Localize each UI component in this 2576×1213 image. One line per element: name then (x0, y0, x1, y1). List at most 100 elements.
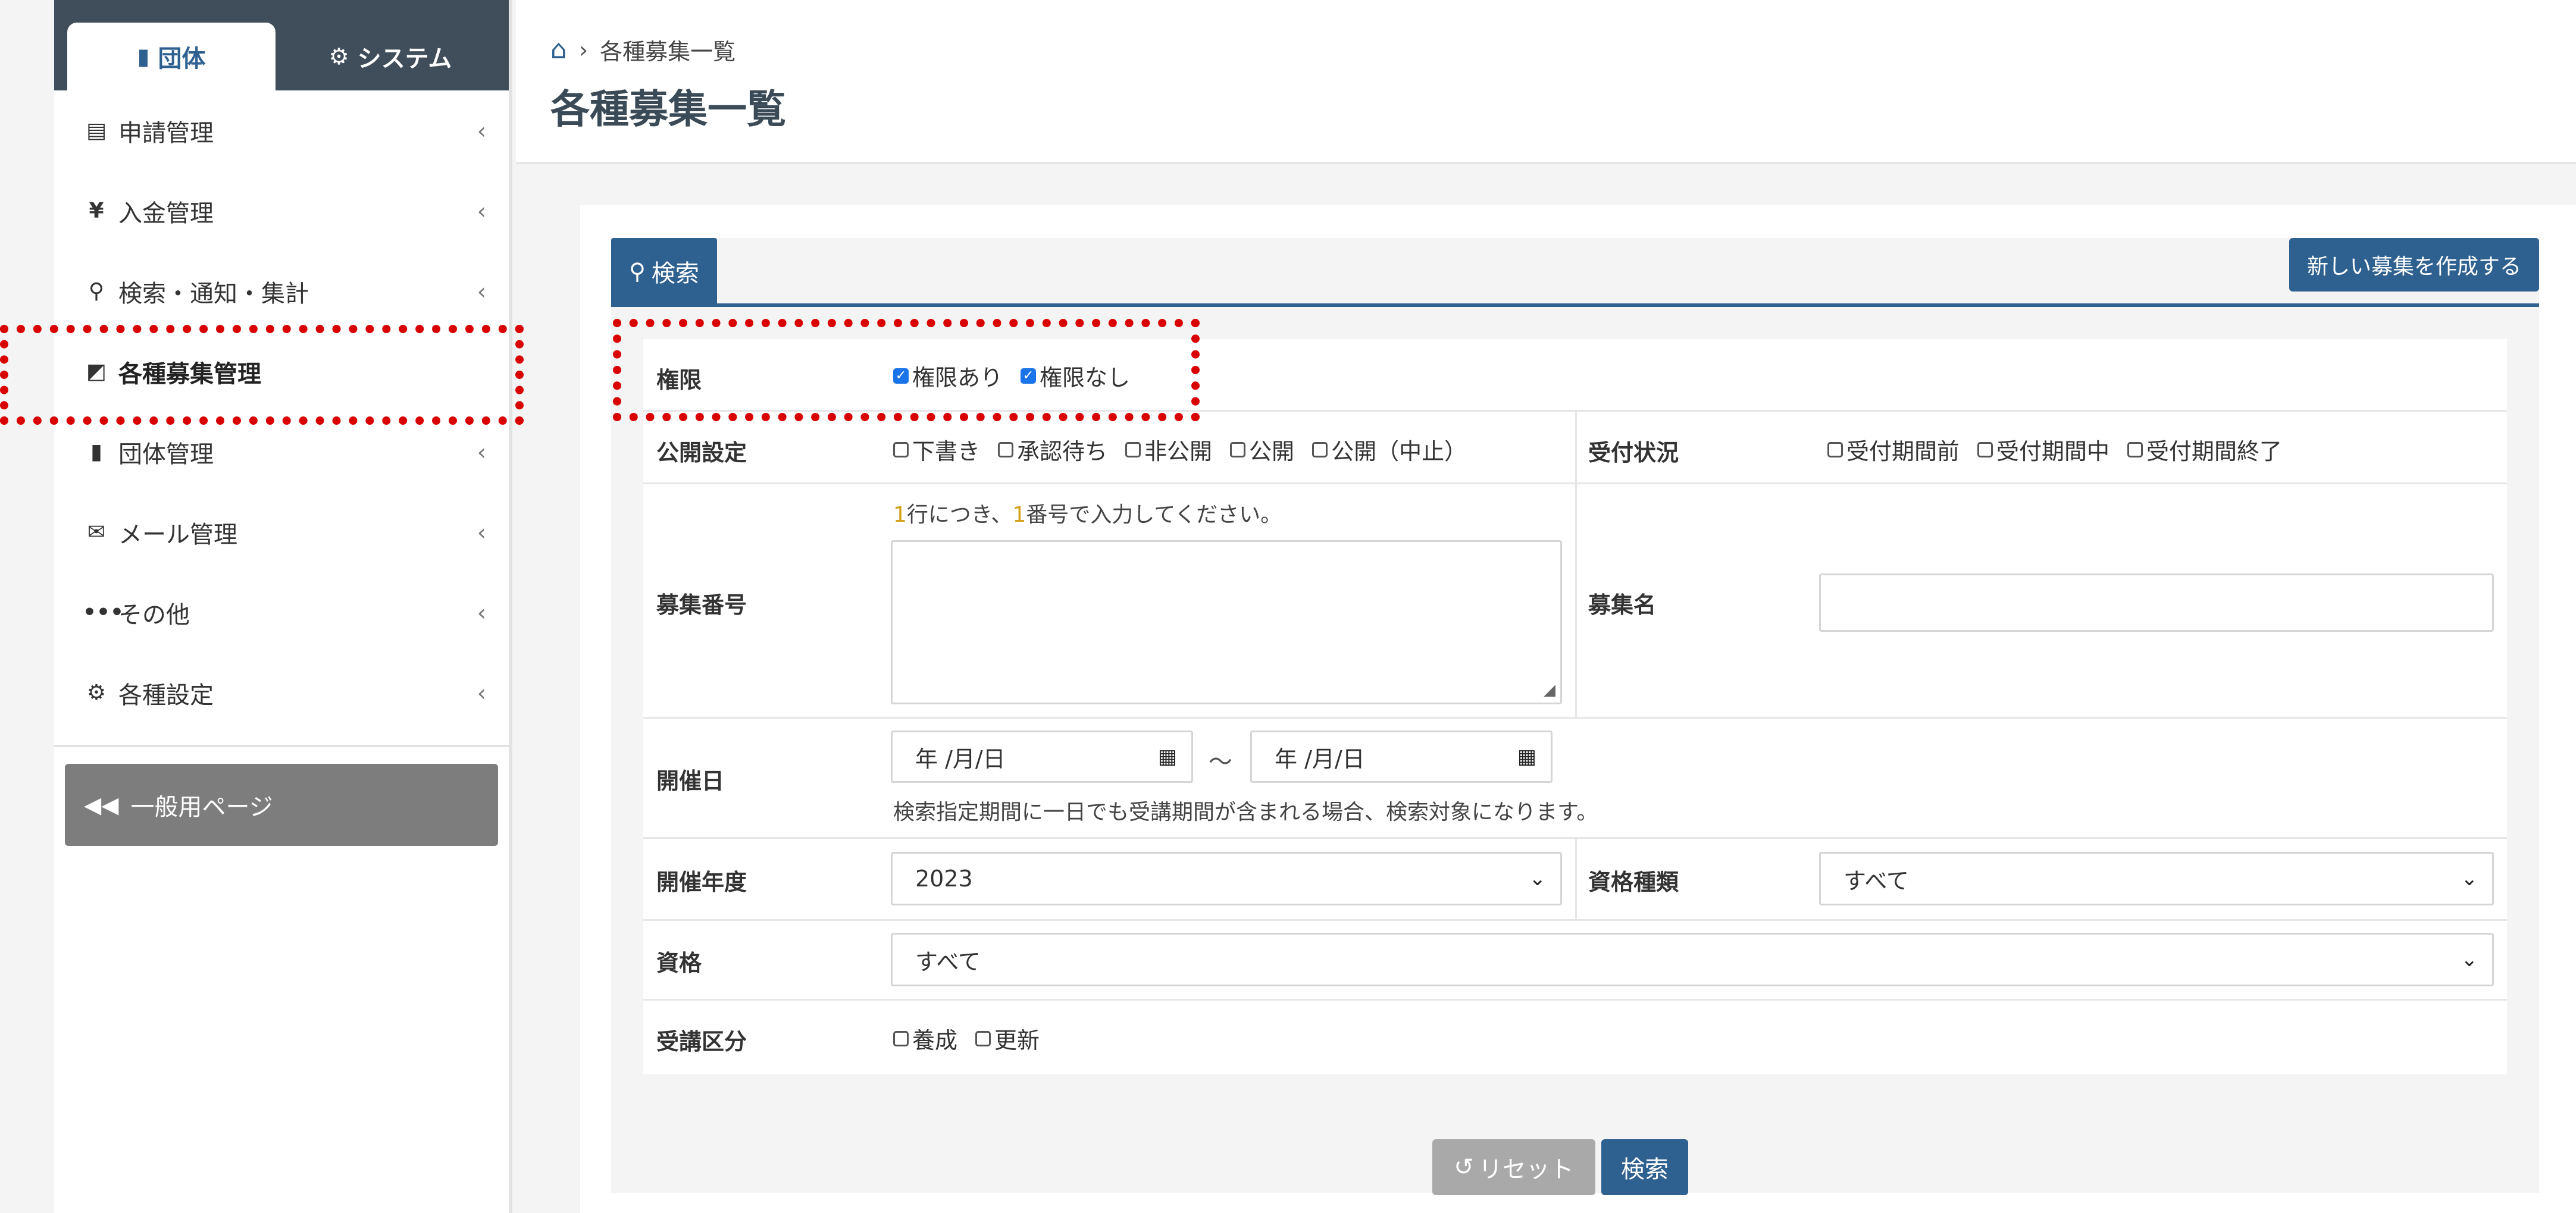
publish-option-private[interactable]: 非公開 (1125, 433, 1212, 466)
sidebar-item-label: メール管理 (118, 521, 237, 548)
date-to-placeholder: 年 /月/日 (1275, 745, 1365, 772)
year-select-value: 2023 (915, 866, 973, 892)
hint-number: 1 (1012, 503, 1026, 527)
checkbox-icon[interactable] (1125, 441, 1141, 457)
tab-organization[interactable]: ▮ 団体 (67, 23, 276, 90)
general-page-label: 一般用ページ (130, 794, 273, 821)
sidebar-item-payments[interactable]: ¥ 入金管理 ‹ (54, 171, 509, 251)
checkbox-icon[interactable] (1230, 441, 1246, 457)
course-option-renewal[interactable]: 更新 (975, 1022, 1040, 1055)
backward-icon: ◀◀ (84, 792, 119, 818)
recruit-number-textarea[interactable]: ◢ (891, 540, 1562, 704)
sidebar-divider (54, 745, 509, 747)
checkbox-icon[interactable] (998, 441, 1014, 457)
qualification-type-label: 資格種類 (1588, 869, 1679, 895)
breadcrumb-current: 各種募集一覧 (600, 39, 736, 65)
row-recruit-number: 募集番号 1行につき、1番号で入力してください。 ◢ 募集名 (643, 484, 2507, 719)
sidebar-tabs: ▮ 団体 ⚙ システム (54, 0, 509, 90)
row-publish: 公開設定 下書き 承認待ち 非公開 公開 公開（中止） 受付状況 受付期間前 受… (643, 412, 2507, 484)
checkbox-icon[interactable] (1977, 441, 1993, 457)
reset-button[interactable]: ↺ リセット (1432, 1139, 1595, 1195)
qualification-value: すべて (915, 948, 981, 975)
reception-option-before[interactable]: 受付期間前 (1827, 433, 1960, 466)
sidebar-item-label: 各種募集管理 (118, 360, 261, 388)
file-icon: ▤ (86, 118, 107, 143)
sidebar-item-search-notify[interactable]: ⚲ 検索・通知・集計 ‹ (54, 251, 509, 331)
sidebar-item-label: 検索・通知・集計 (118, 280, 309, 308)
checkbox-icon[interactable] (1312, 441, 1328, 457)
general-page-button[interactable]: ◀◀ 一般用ページ (65, 764, 498, 846)
checkbox-icon[interactable] (2127, 441, 2143, 457)
course-option-training[interactable]: 養成 (893, 1022, 957, 1055)
building-icon: ▮ (137, 43, 150, 70)
checkbox-checked-icon[interactable]: ✓ (893, 368, 909, 384)
envelope-icon: ✉ (87, 520, 106, 544)
checkbox-icon[interactable] (893, 1030, 909, 1046)
reception-option-ended[interactable]: 受付期間終了 (2127, 433, 2282, 466)
sidebar-item-settings[interactable]: ⚙ 各種設定 ‹ (54, 653, 509, 733)
publish-option-cancelled[interactable]: 公開（中止） (1312, 433, 1467, 466)
search-icon: ⚲ (629, 258, 646, 284)
hint-text: 行につき、 (906, 503, 1013, 527)
sidebar-item-organizations[interactable]: ▮ 団体管理 ‹ (54, 412, 509, 492)
chevron-left-icon: ‹ (477, 117, 486, 144)
permission-option-no[interactable]: ✓ 権限なし (1021, 359, 1130, 392)
building-icon: ▮ (90, 440, 102, 464)
sidebar-item-applications[interactable]: ▤ 申請管理 ‹ (54, 90, 509, 171)
calendar-icon[interactable]: ▦ (1158, 745, 1177, 769)
chevron-down-icon: ⌄ (2461, 948, 2478, 971)
qualification-type-select[interactable]: すべて ⌄ (1819, 852, 2494, 905)
checkbox-icon[interactable] (1827, 441, 1843, 457)
sidebar-item-label: 各種設定 (118, 681, 214, 709)
checkbox-checked-icon[interactable]: ✓ (1021, 368, 1037, 384)
sidebar-menu: ▤ 申請管理 ‹ ¥ 入金管理 ‹ ⚲ 検索・通知・集計 ‹ ◩ 各種募集管理 … (54, 90, 509, 733)
home-icon[interactable]: ⌂ (550, 35, 567, 65)
tab-search[interactable]: ⚲ 検索 (611, 238, 717, 305)
create-recruitment-button[interactable]: 新しい募集を作成する (2289, 238, 2539, 292)
date-note: 検索指定期間に一日でも受講期間が含まれる場合、検索対象になります。 (893, 800, 1598, 825)
undo-icon: ↺ (1454, 1154, 1474, 1181)
qualification-select[interactable]: すべて ⌄ (891, 933, 2494, 986)
chevron-down-icon: ⌄ (1529, 867, 1547, 891)
sidebar-item-other[interactable]: ••• その他 ‹ (54, 572, 509, 653)
year-label: 開催年度 (656, 869, 747, 895)
breadcrumb: ⌂ › 各種募集一覧 (550, 33, 735, 66)
sidebar-item-mail[interactable]: ✉ メール管理 ‹ (54, 492, 509, 572)
checkbox-icon[interactable] (893, 441, 909, 457)
option-label: 権限なし (1040, 365, 1131, 391)
reception-label: 受付状況 (1588, 440, 1679, 466)
search-button[interactable]: 検索 (1601, 1139, 1688, 1195)
column-divider (1575, 839, 1577, 919)
reception-option-during[interactable]: 受付期間中 (1977, 433, 2109, 466)
row-date: 開催日 年 /月/日 ▦ ～ 年 /月/日 ▦ 検索指定期間に一日でも受講期間が… (643, 719, 2507, 839)
qualification-type-value: すべて (1843, 867, 1909, 894)
resize-handle-icon[interactable]: ◢ (1544, 681, 1555, 699)
option-label: 受付期間前 (1846, 438, 1960, 465)
row-qualification: 資格 すべて ⌄ (643, 921, 2507, 1001)
recruit-name-input[interactable] (1819, 573, 2494, 632)
permission-label: 権限 (656, 367, 702, 393)
tab-underline (611, 303, 2539, 307)
option-label: 養成 (912, 1027, 958, 1054)
date-to-input[interactable]: 年 /月/日 ▦ (1250, 731, 1553, 783)
option-label: 権限あり (912, 365, 1003, 391)
permission-option-yes[interactable]: ✓ 権限あり (893, 359, 1003, 392)
recruit-number-label: 募集番号 (656, 592, 747, 618)
date-label: 開催日 (656, 768, 725, 794)
page-title: 各種募集一覧 (550, 86, 786, 132)
publish-option-draft[interactable]: 下書き (893, 433, 980, 466)
tab-system[interactable]: ⚙ システム (286, 23, 494, 90)
year-select[interactable]: 2023 ⌄ (891, 852, 1562, 905)
recruitment-icon: ◩ (86, 359, 107, 384)
checkbox-icon[interactable] (975, 1030, 991, 1046)
publish-option-public[interactable]: 公開 (1230, 433, 1294, 466)
date-from-input[interactable]: 年 /月/日 ▦ (891, 731, 1193, 783)
qualification-label: 資格 (656, 950, 702, 976)
calendar-icon[interactable]: ▦ (1517, 745, 1536, 769)
chevron-left-icon: ‹ (477, 519, 486, 546)
option-label: 更新 (994, 1027, 1040, 1054)
gear-icon: ⚙ (328, 43, 349, 70)
sidebar-item-recruitment[interactable]: ◩ 各種募集管理 (54, 331, 509, 412)
reception-options: 受付期間前 受付期間中 受付期間終了 (1827, 433, 2300, 466)
publish-option-pending[interactable]: 承認待ち (998, 433, 1107, 466)
